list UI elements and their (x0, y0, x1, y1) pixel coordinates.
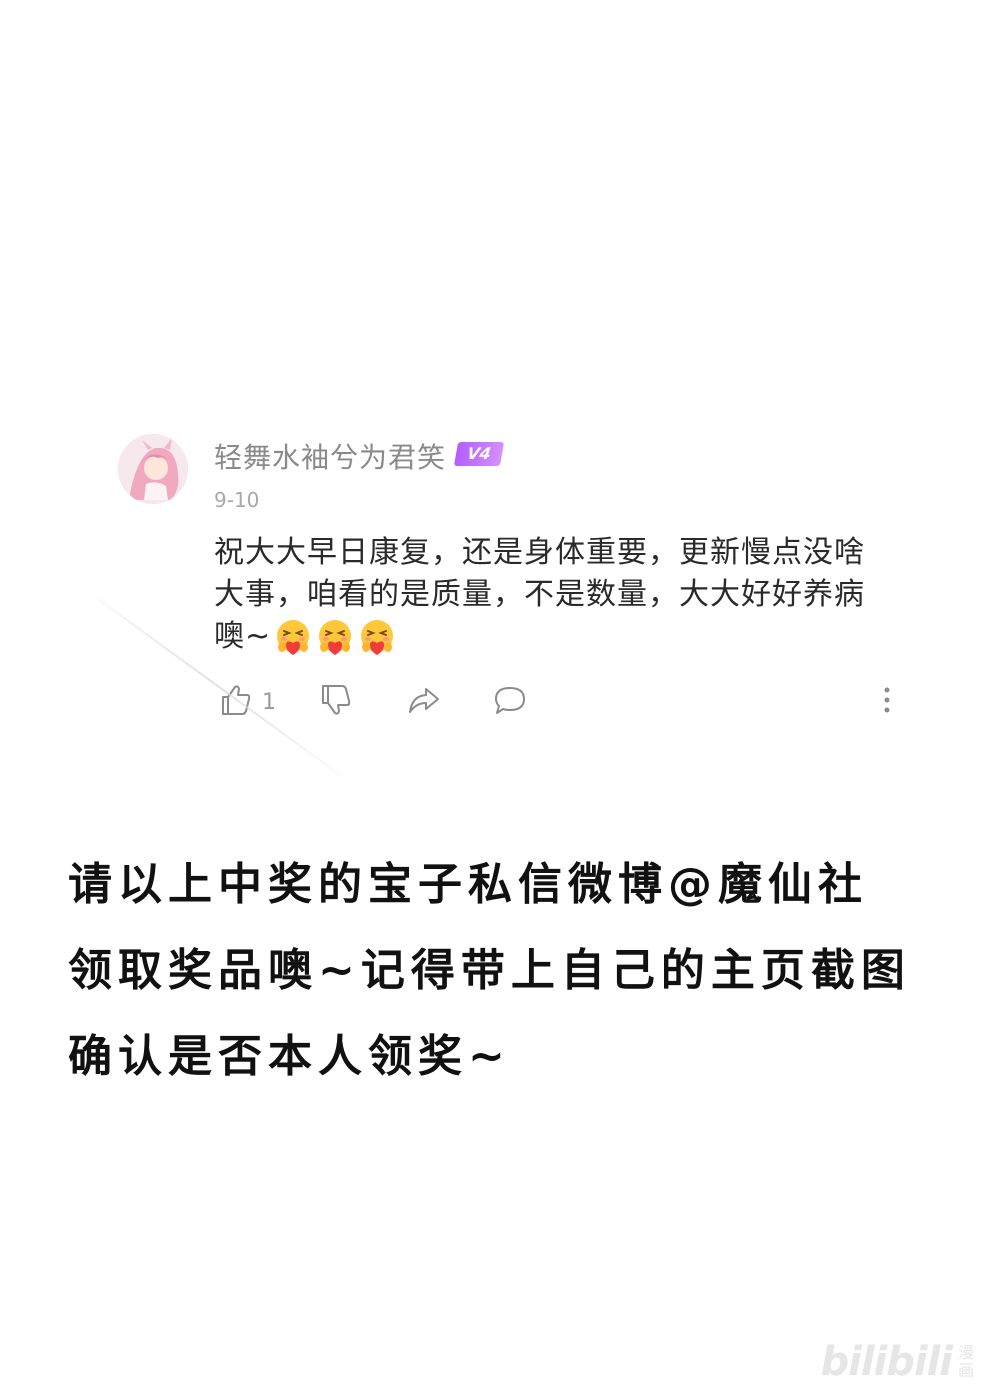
username[interactable]: 轻舞水袖兮为君笑 (214, 436, 446, 476)
bilibili-manga-watermark: bilibili 漫画 (820, 1342, 976, 1382)
like-count: 1 (262, 689, 276, 715)
comment-actions: 1 (214, 682, 904, 722)
heart-hug-emoji (357, 617, 397, 657)
heart-hug-emoji (273, 617, 313, 657)
emoji-row (271, 617, 397, 659)
share-button[interactable] (406, 682, 442, 722)
vip-badge: V4 (453, 442, 505, 466)
comment-date: 9-10 (214, 488, 260, 512)
heart-hug-emoji (315, 617, 355, 657)
watermark-logo-text: bilibili (820, 1339, 953, 1385)
comment-body: 祝大大早日康复，还是身体重要，更新慢点没啥大事，咱看的是质量，不是数量，大大好好… (214, 532, 894, 659)
comment-card: 轻舞水袖兮为君笑 V4 9-10 祝大大早日康复，还是身体重要，更新慢点没啥大事… (100, 420, 910, 760)
reply-button[interactable] (492, 682, 528, 722)
notice-line: 确认是否本人领奖~ (68, 1031, 511, 1082)
share-arrow-icon (406, 682, 442, 722)
watermark-sub-text: 漫画 (957, 1343, 974, 1380)
comment-bubble-icon (492, 682, 528, 722)
avatar-image (118, 434, 188, 504)
notice-line: 领取奖品噢~记得带上自己的主页截图 (68, 945, 911, 996)
notice-line: 请以上中奖的宝子私信微博@魔仙社 (68, 859, 868, 910)
more-button[interactable] (869, 682, 905, 722)
like-button[interactable]: 1 (218, 682, 276, 722)
avatar[interactable] (118, 434, 188, 504)
more-vertical-icon (869, 682, 905, 722)
thumbs-down-icon (318, 682, 354, 722)
dislike-button[interactable] (318, 682, 354, 722)
prize-notice: 请以上中奖的宝子私信微博@魔仙社 领取奖品噢~记得带上自己的主页截图 确认是否本… (68, 842, 948, 1100)
